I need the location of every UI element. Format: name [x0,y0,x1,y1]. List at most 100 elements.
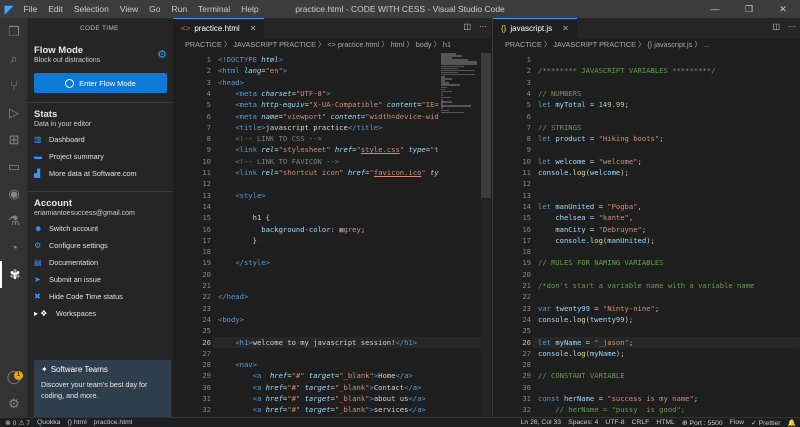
code-line[interactable]: <head> [218,77,244,88]
restore-icon[interactable]: ❐ [732,0,766,18]
breadcrumb[interactable]: PRACTICE 〉 JAVASCRIPT PRACTICE 〉 <> prac… [173,38,491,52]
status-item[interactable]: Ln 26, Col 33 [521,419,561,427]
status-item[interactable]: Flow [730,419,744,427]
flow-settings-gear-icon[interactable]: ⚙ [157,48,167,61]
menu-item-edit[interactable]: Edit [43,4,69,14]
status-item[interactable]: ✓ Prettier [751,419,781,427]
source-control-icon[interactable]: ⑂ [0,72,28,99]
code-line[interactable]: <meta name="viewport" content="width=dev… [218,111,438,122]
scrollbar-thumb[interactable] [481,53,491,198]
sidebar-item-project-summary[interactable]: ▬ Project summary [28,148,173,165]
close-icon[interactable]: ✕ [766,0,800,18]
code-line[interactable]: <link rel="shortcut icon" href="favicon.… [218,167,438,178]
minimize-icon[interactable]: — [698,0,732,18]
code-line[interactable]: background-color: ■grey; [218,224,365,235]
close-tab-icon[interactable]: ✕ [250,24,257,33]
code-line[interactable]: /******** JAVASCRIPT VARIABLES *********… [538,65,715,76]
extensions-icon[interactable]: ⊞ [0,126,28,153]
code-line[interactable]: // STRINGS [538,122,581,133]
tab-javascript-js[interactable]: {} javascript.js ✕ [493,18,577,38]
more-actions-icon[interactable]: ··· [479,22,487,31]
menu-item-view[interactable]: View [114,4,143,14]
status-item[interactable]: UTF-8 [605,419,624,427]
sidebar-item-dashboard[interactable]: ▥ Dashboard [28,131,173,148]
code-line[interactable]: <!-- LINK TO FAVICON --> [218,156,339,167]
run-debug-icon[interactable]: ▷ [0,99,28,126]
code-line[interactable]: <h1>welcome to my javascript session!</h… [218,337,417,348]
code-line[interactable]: h1 { [218,212,270,223]
files-icon[interactable]: ❐ [0,18,28,45]
sidebar-item-switch-account[interactable]: ☻ Switch account [28,220,173,237]
code-line[interactable]: /*don't start a variable name with a var… [538,280,754,291]
code-line[interactable]: const herName = "success is my name"; [538,393,698,404]
status-item[interactable]: Spaces: 4 [568,419,598,427]
code-line[interactable]: </head> [218,291,248,302]
code-line[interactable]: <!-- LINK TO CSS --> [218,133,322,144]
menu-item-selection[interactable]: Selection [68,4,114,14]
code-line[interactable]: let manUnited = "Pogba", [538,201,642,212]
code-line[interactable]: <meta charset="UTF-8"> [218,88,330,99]
sidebar-item-more-data-at-software-com[interactable]: ▟ More data at Software.com [28,165,173,182]
code-line[interactable]: <a href="#" target="_blank">about us</a> [218,393,426,404]
status-item[interactable]: Quokka [37,419,60,427]
tab-practice-html[interactable]: <> practice.html ✕ [173,18,265,38]
code-line[interactable]: <a href="#" target="_blank">services</a> [218,404,426,415]
code-line[interactable]: console.log(twenty99); [538,314,633,325]
close-tab-icon[interactable]: ✕ [562,24,569,33]
code-line[interactable]: </style> [218,257,270,268]
status-item[interactable]: {} html [67,419,86,427]
code-line[interactable]: let myName = "_jason"; [538,337,633,348]
split-editor-icon[interactable]: ◫ [463,22,471,31]
code-line[interactable]: <body> [218,314,244,325]
code-line[interactable]: manCity = "Debruyne"; [538,224,646,235]
sidebar-item-documentation[interactable]: ▤ Documentation [28,254,173,271]
status-item[interactable]: ⊕ Port : 5500 [682,419,723,427]
code-line[interactable]: chelsea = "kante", [538,212,633,223]
remote-icon[interactable]: ▭ [0,153,28,180]
code-line[interactable]: <a href="#" target="_blank">Contact</a> [218,382,422,393]
manage-gear-icon[interactable]: ⚙ [0,390,28,417]
test-icon[interactable]: ⚗ [0,207,28,234]
code-line[interactable]: <meta http-equiv="X-UA-Compatible" conte… [218,99,438,110]
code-line[interactable]: <link rel="stylesheet" href="style.css" … [218,144,438,155]
enter-flow-mode-button[interactable]: Enter Flow Mode [34,73,167,93]
status-item[interactable]: CRLF [632,419,650,427]
breadcrumb[interactable]: PRACTICE 〉 JAVASCRIPT PRACTICE 〉 {} java… [493,38,800,52]
code-line[interactable]: // NUMBERS [538,88,581,99]
code-line[interactable]: <html lang="en"> [218,65,287,76]
code-line[interactable]: <a href="#" target="_blank">Home</a> [218,370,413,381]
menu-item-file[interactable]: File [18,4,43,14]
sidebar-item-hide-code-time-status[interactable]: ✖ Hide Code Time status [28,288,173,305]
code-line[interactable]: console.log(welcome); [538,167,629,178]
status-item[interactable]: ⊗ 0 ⚠ 7 [5,419,30,427]
code-line[interactable]: // herName = "pussy is good"; [538,404,685,415]
menu-item-help[interactable]: Help [236,4,264,14]
status-item[interactable]: 🔔 [788,419,796,427]
code-line[interactable]: let myTotal = 149.99; [538,99,629,110]
menu-item-run[interactable]: Run [166,4,193,14]
github-icon[interactable]: ◉ [0,180,28,207]
minimap[interactable] [441,53,479,114]
code-line[interactable]: <style> [218,190,265,201]
code-line[interactable]: var twenty99 = "Ninty-nine"; [538,303,659,314]
sidebar-item-configure-settings[interactable]: ⚙ Configure settings [28,237,173,254]
code-line[interactable]: <title>javascript practice</title> [218,122,382,133]
timer-icon[interactable]: ◔ [0,234,28,261]
sidebar-item-submit-an-issue[interactable]: ➤ Submit an issue [28,271,173,288]
more-actions-icon[interactable]: ··· [788,22,796,31]
code-line[interactable]: <nav> [218,359,257,370]
code-line[interactable]: <!DOCTYPE html> [218,54,283,65]
code-line[interactable]: // RULES FOR NAMING VARIABLES [538,257,664,268]
code-line[interactable]: // CONSTANT VARIABLE [538,370,625,381]
menu-item-terminal[interactable]: Terminal [193,4,236,14]
split-editor-icon[interactable]: ◫ [772,22,780,31]
code-line[interactable]: let product = "Hiking boots"; [538,133,664,144]
search-icon[interactable]: ⌕ [0,45,28,72]
code-line[interactable]: } [218,235,257,246]
code-line[interactable]: console.log(myName); [538,348,625,359]
software-teams-card[interactable]: ✦ Software Teams Discover your team's bes… [34,360,171,417]
code-time-icon[interactable]: ✾ [0,261,28,288]
menu-item-go[interactable]: Go [144,4,166,14]
code-line[interactable]: let welcome = "welcome"; [538,156,642,167]
status-item[interactable]: HTML [656,419,675,427]
